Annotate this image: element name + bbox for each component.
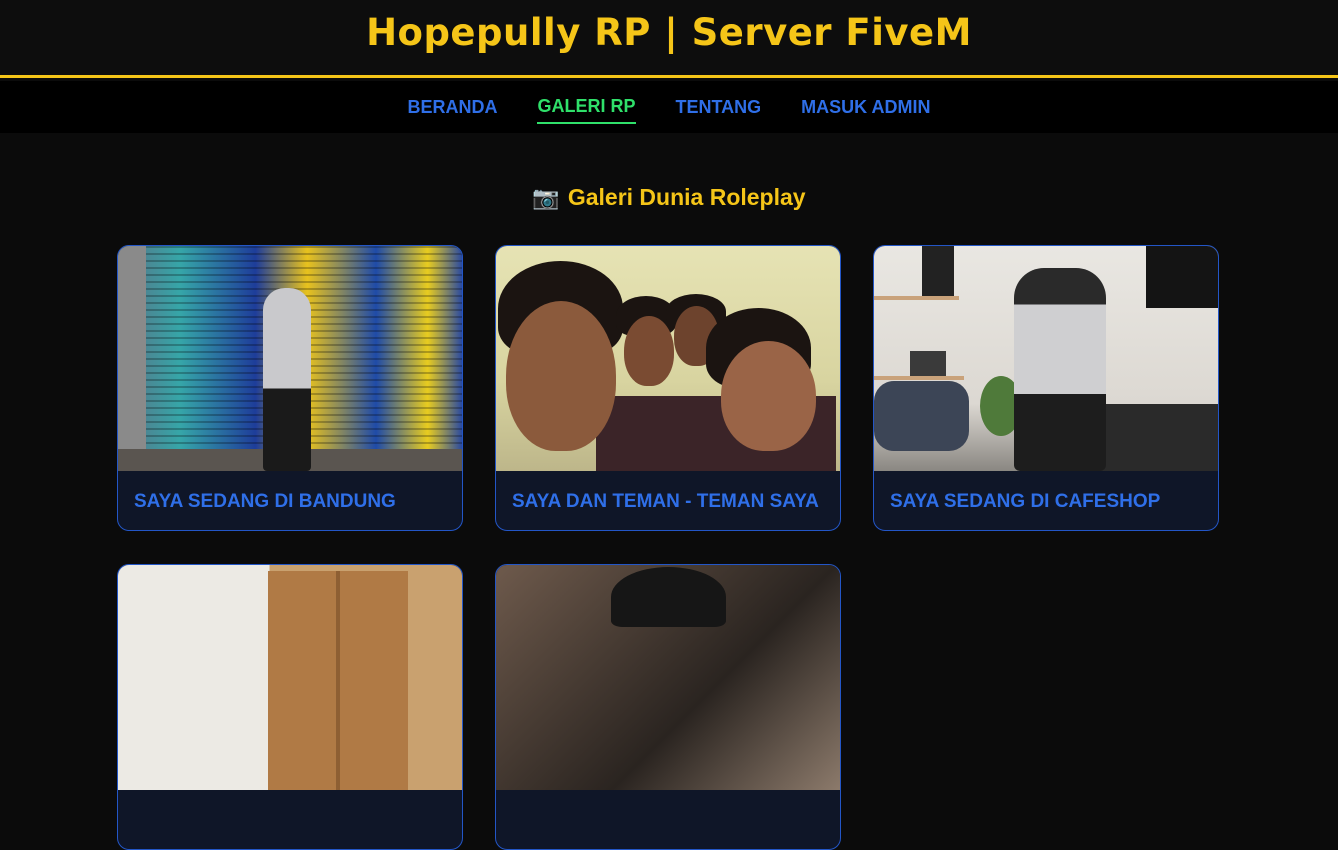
gallery-card-cafeshop[interactable]: SAYA SEDANG DI CAFESHOP [873, 245, 1219, 531]
site-title: Hopepully RP | Server FiveM [366, 11, 972, 54]
gallery-photo-friends [496, 246, 840, 471]
camera-icon: 📷 [532, 185, 560, 210]
nav-masuk-admin[interactable]: MASUK ADMIN [801, 91, 930, 123]
gallery-caption: SAYA DAN TEMAN - TEMAN SAYA [512, 490, 819, 512]
gallery-photo-bandung [118, 246, 462, 471]
gallery-title-text: Galeri Dunia Roleplay [567, 184, 806, 210]
gallery-caption [496, 790, 840, 849]
gallery-card-bandung[interactable]: SAYA SEDANG DI BANDUNG [117, 245, 463, 531]
nav-beranda[interactable]: BERANDA [407, 91, 497, 123]
nav-galeri-rp[interactable]: GALERI RP [537, 90, 636, 124]
gallery-photo-cafeshop [874, 246, 1218, 471]
gallery-card-friends[interactable]: SAYA DAN TEMAN - TEMAN SAYA [495, 245, 841, 531]
gallery-title: 📷 Galeri Dunia Roleplay [0, 184, 1338, 211]
gallery-photo-room [118, 565, 462, 790]
main-nav: BERANDA GALERI RP TENTANG MASUK ADMIN [0, 81, 1338, 133]
nav-tentang[interactable]: TENTANG [676, 91, 762, 123]
gallery-photo-cap [496, 565, 840, 790]
gallery-grid: SAYA SEDANG DI BANDUNG SAYA DAN TEMAN - … [117, 245, 1219, 850]
gallery-caption: SAYA SEDANG DI BANDUNG [134, 490, 396, 512]
gallery-caption: SAYA SEDANG DI CAFESHOP [890, 490, 1161, 512]
gallery-caption [118, 790, 462, 849]
gallery-card-cap[interactable] [495, 564, 841, 850]
gallery-card-room[interactable] [117, 564, 463, 850]
site-header: Hopepully RP | Server FiveM [0, 0, 1338, 78]
